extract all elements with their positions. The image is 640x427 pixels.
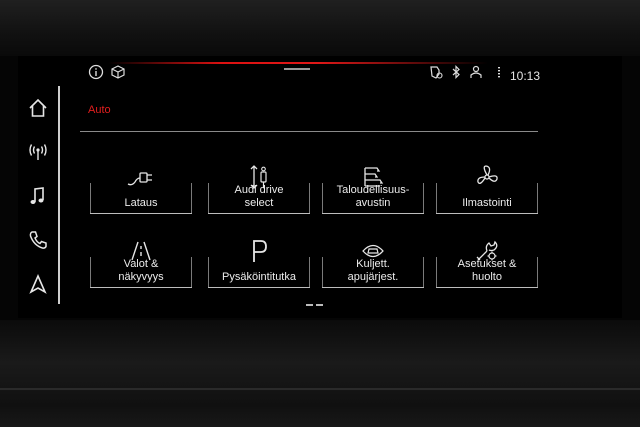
tile-asetukset-huolto[interactable]: Asetukset & huolto xyxy=(436,236,538,288)
user-profile-icon[interactable] xyxy=(468,64,484,80)
tile-valot-nakyvyys[interactable]: Valot & näkyvyys xyxy=(90,236,192,288)
bezel-top xyxy=(0,0,640,56)
tile-label: Taloudellisuus- avustin xyxy=(336,184,410,209)
tile-pysakointitutka[interactable]: Pysäköintitutka xyxy=(208,236,310,288)
sidebar-item-radio[interactable] xyxy=(20,134,56,170)
tile-label: Audi drive select xyxy=(234,184,284,209)
signal-strength-icon xyxy=(492,64,508,80)
sidebar-item-navigation[interactable] xyxy=(20,266,56,302)
tile-label: Kuljett. apujärjest. xyxy=(347,258,399,283)
tile-taloudellisuusavustin[interactable]: Taloudellisuus- avustin xyxy=(322,162,424,214)
page-indicator xyxy=(306,304,326,306)
tile-label: Asetukset & huolto xyxy=(457,258,517,283)
sidebar-item-phone[interactable] xyxy=(20,222,56,258)
info-icon[interactable] xyxy=(88,64,104,80)
status-bar: 10:13 xyxy=(18,56,622,94)
sidebar-divider xyxy=(58,86,60,304)
sidebar xyxy=(18,86,60,304)
page-dot-2 xyxy=(316,304,323,306)
home-icon xyxy=(27,97,49,119)
tile-audi-drive-select[interactable]: Audi drive select xyxy=(208,162,310,214)
antenna-icon xyxy=(27,141,49,163)
tile-kuljettajan-apujarjestelmat[interactable]: Kuljett. apujärjest. xyxy=(322,236,424,288)
tile-lataus[interactable]: Lataus xyxy=(90,162,192,214)
charging-plug-icon xyxy=(126,164,156,190)
page-title: Auto xyxy=(88,104,111,116)
connectivity-shield-icon xyxy=(428,64,444,80)
phone-icon xyxy=(27,229,49,251)
car-info-cube-icon[interactable] xyxy=(110,64,126,80)
parking-icon xyxy=(244,238,274,264)
page-dot-1 xyxy=(306,304,313,306)
bluetooth-icon xyxy=(448,64,464,80)
tile-label: Pysäköintitutka xyxy=(222,271,296,283)
tile-label: Ilmastointi xyxy=(462,197,512,209)
title-divider xyxy=(80,131,538,132)
fan-icon xyxy=(472,164,502,190)
music-note-icon xyxy=(27,185,49,207)
sidebar-item-home[interactable] xyxy=(20,90,56,126)
bezel-bottom xyxy=(0,320,640,427)
tile-label: Valot & näkyvyys xyxy=(118,258,164,283)
sidebar-item-media[interactable] xyxy=(20,178,56,214)
clock: 10:13 xyxy=(510,69,541,83)
bezel-trim-line xyxy=(0,388,640,390)
tile-ilmastointi[interactable]: Ilmastointi xyxy=(436,162,538,214)
tile-label: Lataus xyxy=(124,197,158,209)
infotainment-screen: 10:13 Auto Lataus Audi drive select Talo… xyxy=(18,56,622,318)
navigation-arrow-icon xyxy=(27,273,49,295)
pull-down-handle[interactable] xyxy=(284,68,310,70)
